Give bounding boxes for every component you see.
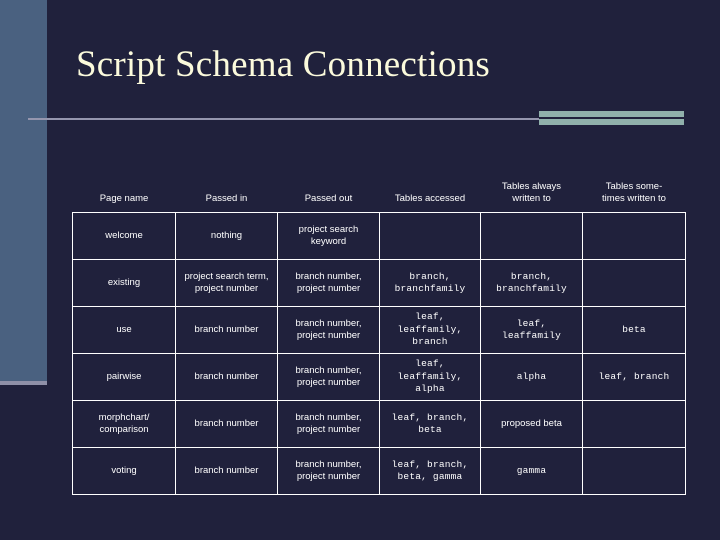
cell-tables-accessed: leaf, leaffamily, branch xyxy=(379,306,481,354)
cell-passed-in: branch number xyxy=(175,353,278,401)
cell-passed-in: project search term, project number xyxy=(175,259,278,307)
cell-tables-always-written-to: alpha xyxy=(480,353,583,401)
cell-tables-sometimes-written-to xyxy=(582,447,686,495)
cell-passed-out: branch number, project number xyxy=(277,447,380,495)
cell-page-name: voting xyxy=(72,447,176,495)
cell-page-name: welcome xyxy=(72,212,176,260)
table-row: welcome nothing project search keyword xyxy=(72,212,686,260)
cell-tables-accessed: branch, branchfamily xyxy=(379,259,481,307)
cell-passed-in: branch number xyxy=(175,306,278,354)
cell-tables-accessed: leaf, branch, beta xyxy=(379,400,481,448)
cell-passed-out: branch number, project number xyxy=(277,353,380,401)
cell-page-name: morphchart/comparison xyxy=(72,400,176,448)
cell-tables-always-written-to: leaf, leaffamily xyxy=(480,306,583,354)
table-header-row: Page name Passed in Passed out Tables ac… xyxy=(73,171,686,213)
cell-tables-sometimes-written-to: leaf, branch xyxy=(582,353,686,401)
table-row: existing project search term, project num… xyxy=(72,259,686,307)
cell-passed-out: project search keyword xyxy=(277,212,380,260)
cell-tables-always-written-to: branch, branchfamily xyxy=(480,259,583,307)
cell-tables-sometimes-written-to xyxy=(582,400,686,448)
cell-tables-accessed: leaf, branch, beta, gamma xyxy=(379,447,481,495)
title-accent-block xyxy=(539,111,684,126)
column-header-tables-sometimes-written-to: Tables some-times written to xyxy=(602,181,666,205)
accent-band-bottom xyxy=(539,119,684,125)
cell-tables-always-written-to xyxy=(480,212,583,260)
cell-passed-in: nothing xyxy=(175,212,278,260)
table-body: welcome nothing project search keyword ex… xyxy=(72,212,686,495)
cell-tables-sometimes-written-to xyxy=(582,212,686,260)
column-header-passed-in: Passed in xyxy=(205,193,248,205)
cell-tables-always-written-to: gamma xyxy=(480,447,583,495)
table-row: use branch number branch number, project … xyxy=(72,306,686,354)
cell-page-name: use xyxy=(72,306,176,354)
cell-page-name: pairwise xyxy=(72,353,176,401)
column-header-tables-always-written-to: Tables always written to xyxy=(501,181,562,205)
script-schema-table: Page name Passed in Passed out Tables ac… xyxy=(72,171,686,495)
cell-tables-sometimes-written-to xyxy=(582,259,686,307)
cell-passed-out: branch number, project number xyxy=(277,259,380,307)
left-accent-bar-foot xyxy=(0,381,47,385)
table-row: pairwise branch number branch number, pro… xyxy=(72,353,686,401)
column-header-page-name: Page name xyxy=(99,193,149,205)
cell-tables-sometimes-written-to: beta xyxy=(582,306,686,354)
cell-passed-out: branch number, project number xyxy=(277,400,380,448)
cell-passed-out: branch number, project number xyxy=(277,306,380,354)
left-accent-bar xyxy=(0,0,47,381)
title-divider-rule xyxy=(28,118,545,120)
accent-band-top xyxy=(539,111,684,117)
cell-tables-accessed xyxy=(379,212,481,260)
slide-title: Script Schema Connections xyxy=(76,44,490,85)
cell-passed-in: branch number xyxy=(175,400,278,448)
column-header-passed-out: Passed out xyxy=(304,193,353,205)
cell-page-name: existing xyxy=(72,259,176,307)
table-row: morphchart/comparison branch number bran… xyxy=(72,400,686,448)
table-row: voting branch number branch number, proje… xyxy=(72,447,686,495)
cell-tables-accessed: leaf, leaffamily, alpha xyxy=(379,353,481,401)
cell-tables-always-written-to: proposed beta xyxy=(480,400,583,448)
column-header-tables-accessed: Tables accessed xyxy=(394,193,466,205)
cell-passed-in: branch number xyxy=(175,447,278,495)
